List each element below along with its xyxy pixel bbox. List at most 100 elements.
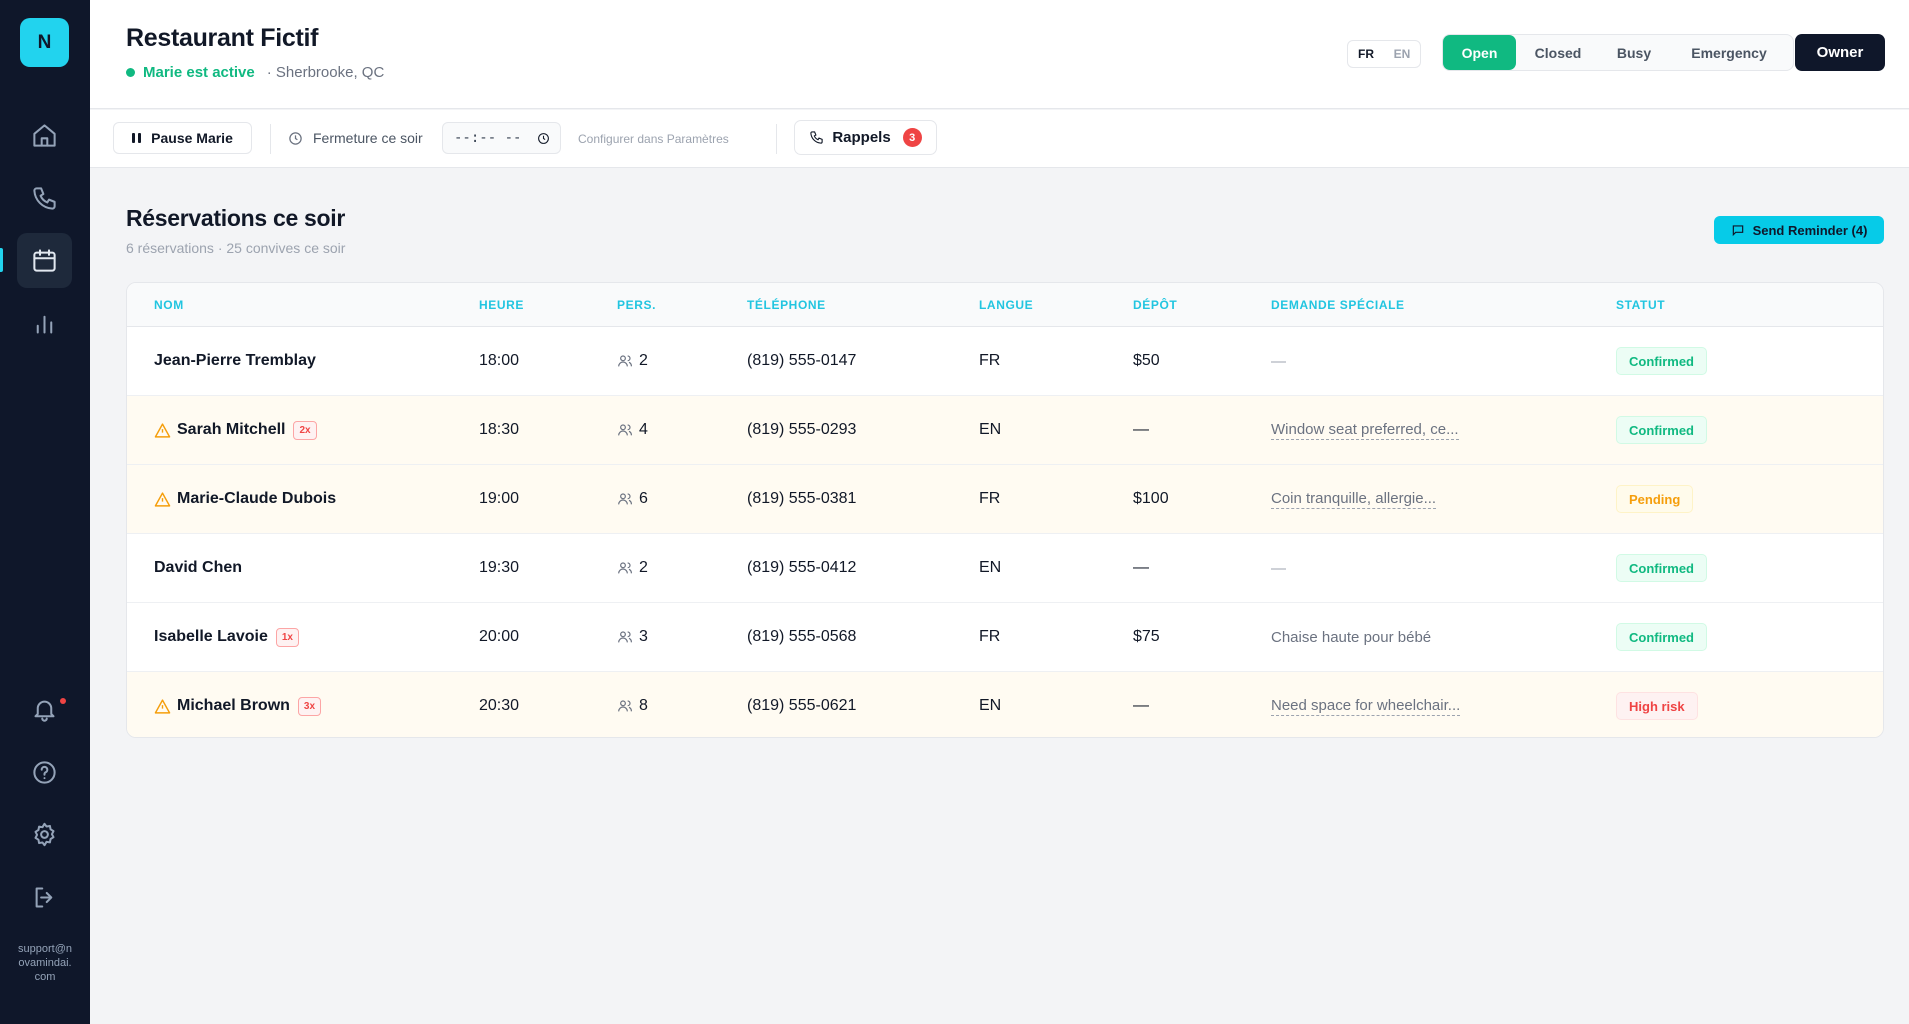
help-icon[interactable] bbox=[17, 745, 72, 800]
users-icon bbox=[617, 560, 633, 576]
phone-icon[interactable] bbox=[17, 171, 72, 226]
table-row[interactable]: Isabelle Lavoie 1x 20:00 3 (819) 555-0568 FR $… bbox=[127, 603, 1883, 672]
cell-time: 19:30 bbox=[479, 559, 520, 576]
no-show-badge: 1x bbox=[275, 627, 299, 647]
divider bbox=[776, 124, 777, 154]
agent-status-line: Marie est active · Sherbrooke, QC bbox=[126, 64, 384, 81]
warning-icon bbox=[154, 422, 171, 439]
page-subtitle: 6 réservations · 25 convives ce soir bbox=[126, 240, 346, 256]
pause-marie-button[interactable]: Pause Marie bbox=[113, 122, 252, 154]
status-open-button[interactable]: Open bbox=[1443, 35, 1516, 70]
special-request-text[interactable]: Coin tranquille, allergie... bbox=[1271, 490, 1437, 509]
table-row[interactable]: Michael Brown 3x 20:30 8 (819) 555-0621 EN — Ne… bbox=[127, 672, 1883, 737]
status-emergency-button[interactable]: Emergency bbox=[1668, 35, 1790, 70]
cell-time: 18:30 bbox=[479, 421, 520, 438]
status-badge[interactable]: Confirmed bbox=[1616, 347, 1707, 375]
party-size: 3 bbox=[639, 628, 648, 645]
cell-phone[interactable]: (819) 555-0147 bbox=[747, 327, 856, 395]
reminders-button[interactable]: Rappels 3 bbox=[794, 120, 937, 155]
col-header-time[interactable]: HEURE bbox=[479, 298, 524, 312]
cell-phone[interactable]: (819) 555-0381 bbox=[747, 465, 856, 533]
sidebar: N support@novamindai.com bbox=[0, 0, 90, 1024]
cell-deposit: — bbox=[1133, 559, 1149, 576]
header: Restaurant Fictif Marie est active · She… bbox=[90, 0, 1909, 109]
cell-phone[interactable]: (819) 555-0293 bbox=[747, 396, 856, 464]
closing-time-input[interactable]: --:-- -- bbox=[442, 122, 561, 154]
warning-icon bbox=[154, 491, 171, 508]
cell-language: EN bbox=[979, 421, 1002, 438]
cell-deposit: $75 bbox=[1133, 628, 1160, 645]
owner-button[interactable]: Owner bbox=[1795, 34, 1885, 71]
clock-picker-icon[interactable] bbox=[537, 132, 550, 145]
cell-party: 8 bbox=[617, 672, 648, 737]
col-header-status[interactable]: STATUT bbox=[1616, 298, 1665, 312]
special-request-text: — bbox=[1271, 352, 1286, 370]
status-dot bbox=[126, 68, 135, 77]
col-header-special-request[interactable]: DEMANDE SPÉCIALE bbox=[1271, 298, 1405, 312]
cell-phone[interactable]: (819) 555-0568 bbox=[747, 603, 856, 671]
support-email[interactable]: support@novamindai.com bbox=[18, 942, 72, 984]
status-busy-button[interactable]: Busy bbox=[1600, 35, 1668, 70]
party-size: 2 bbox=[639, 559, 648, 576]
warning-icon bbox=[154, 698, 171, 715]
cell-special-request[interactable]: Coin tranquille, allergie... bbox=[1271, 465, 1437, 533]
bar-chart-icon[interactable] bbox=[17, 296, 72, 351]
location: · Sherbrooke, QC bbox=[266, 64, 385, 81]
col-header-deposit[interactable]: DÉPÔT bbox=[1133, 298, 1177, 312]
party-size: 4 bbox=[639, 421, 648, 438]
lang-en-button[interactable]: EN bbox=[1384, 47, 1420, 61]
no-show-badge: 2x bbox=[293, 420, 317, 440]
cell-time: 19:00 bbox=[479, 490, 520, 507]
col-header-party[interactable]: PERS. bbox=[617, 298, 656, 312]
cell-deposit: — bbox=[1133, 421, 1149, 438]
config-hint[interactable]: Configurer dans Paramètres bbox=[578, 132, 729, 146]
reminders-label: Rappels bbox=[832, 129, 891, 146]
cell-name: Michael Brown 3x bbox=[154, 672, 322, 737]
lang-fr-button[interactable]: FR bbox=[1348, 47, 1384, 61]
send-reminder-button[interactable]: Send Reminder (4) bbox=[1714, 216, 1884, 244]
special-request-text[interactable]: Need space for wheelchair... bbox=[1271, 697, 1461, 716]
table-row[interactable]: Marie-Claude Dubois 19:00 6 (819) 555-0381 F… bbox=[127, 465, 1883, 534]
cell-special-request[interactable]: Need space for wheelchair... bbox=[1271, 672, 1461, 737]
logout-icon[interactable] bbox=[17, 870, 72, 925]
gear-icon[interactable] bbox=[17, 807, 72, 862]
cell-phone[interactable]: (819) 555-0412 bbox=[747, 534, 856, 602]
special-request-text: — bbox=[1271, 559, 1286, 577]
status-badge[interactable]: Confirmed bbox=[1616, 554, 1707, 582]
special-request-text[interactable]: Window seat preferred, ce... bbox=[1271, 421, 1459, 440]
cell-special-request[interactable]: Window seat preferred, ce... bbox=[1271, 396, 1459, 464]
cell-party: 2 bbox=[617, 327, 648, 395]
reservations-table: NOM HEURE PERS. TÉLÉPHONE LANGUE DÉPÔT D… bbox=[126, 282, 1884, 738]
status-badge[interactable]: High risk bbox=[1616, 692, 1698, 720]
cell-name: Jean-Pierre Tremblay bbox=[154, 327, 316, 395]
special-request-text: Chaise haute pour bébé bbox=[1271, 628, 1432, 646]
col-header-language[interactable]: LANGUE bbox=[979, 298, 1033, 312]
status-closed-button[interactable]: Closed bbox=[1516, 35, 1600, 70]
status-badge[interactable]: Confirmed bbox=[1616, 623, 1707, 651]
closing-label-text: Fermeture ce soir bbox=[313, 130, 423, 146]
table-header: NOM HEURE PERS. TÉLÉPHONE LANGUE DÉPÔT D… bbox=[127, 283, 1883, 327]
cell-status: Confirmed bbox=[1616, 534, 1707, 602]
phone-icon bbox=[810, 131, 823, 144]
table-row[interactable]: David Chen 19:30 2 (819) 555-0412 EN — — Confir… bbox=[127, 534, 1883, 603]
cell-status: Confirmed bbox=[1616, 396, 1707, 464]
guest-name: Jean-Pierre Tremblay bbox=[154, 352, 316, 369]
table-row[interactable]: Sarah Mitchell 2x 18:30 4 (819) 555-0293 EN — W… bbox=[127, 396, 1883, 465]
guest-name: Isabelle Lavoie bbox=[154, 628, 268, 645]
bell-icon[interactable] bbox=[17, 682, 72, 737]
cell-party: 4 bbox=[617, 396, 648, 464]
home-icon[interactable] bbox=[17, 108, 72, 163]
cell-phone[interactable]: (819) 555-0621 bbox=[747, 672, 856, 737]
status-badge[interactable]: Confirmed bbox=[1616, 416, 1707, 444]
calendar-icon[interactable] bbox=[17, 233, 72, 288]
col-header-name[interactable]: NOM bbox=[154, 298, 184, 312]
cell-party: 3 bbox=[617, 603, 648, 671]
status-badge[interactable]: Pending bbox=[1616, 485, 1694, 513]
cell-special-request: — bbox=[1271, 327, 1286, 395]
app-logo[interactable]: N bbox=[20, 18, 69, 67]
cell-status: Pending bbox=[1616, 465, 1694, 533]
table-row[interactable]: Jean-Pierre Tremblay 18:00 2 (819) 555-0147… bbox=[127, 327, 1883, 396]
guest-name: Marie-Claude Dubois bbox=[177, 490, 337, 507]
col-header-phone[interactable]: TÉLÉPHONE bbox=[747, 298, 826, 312]
guest-name: Sarah Mitchell bbox=[177, 421, 286, 438]
